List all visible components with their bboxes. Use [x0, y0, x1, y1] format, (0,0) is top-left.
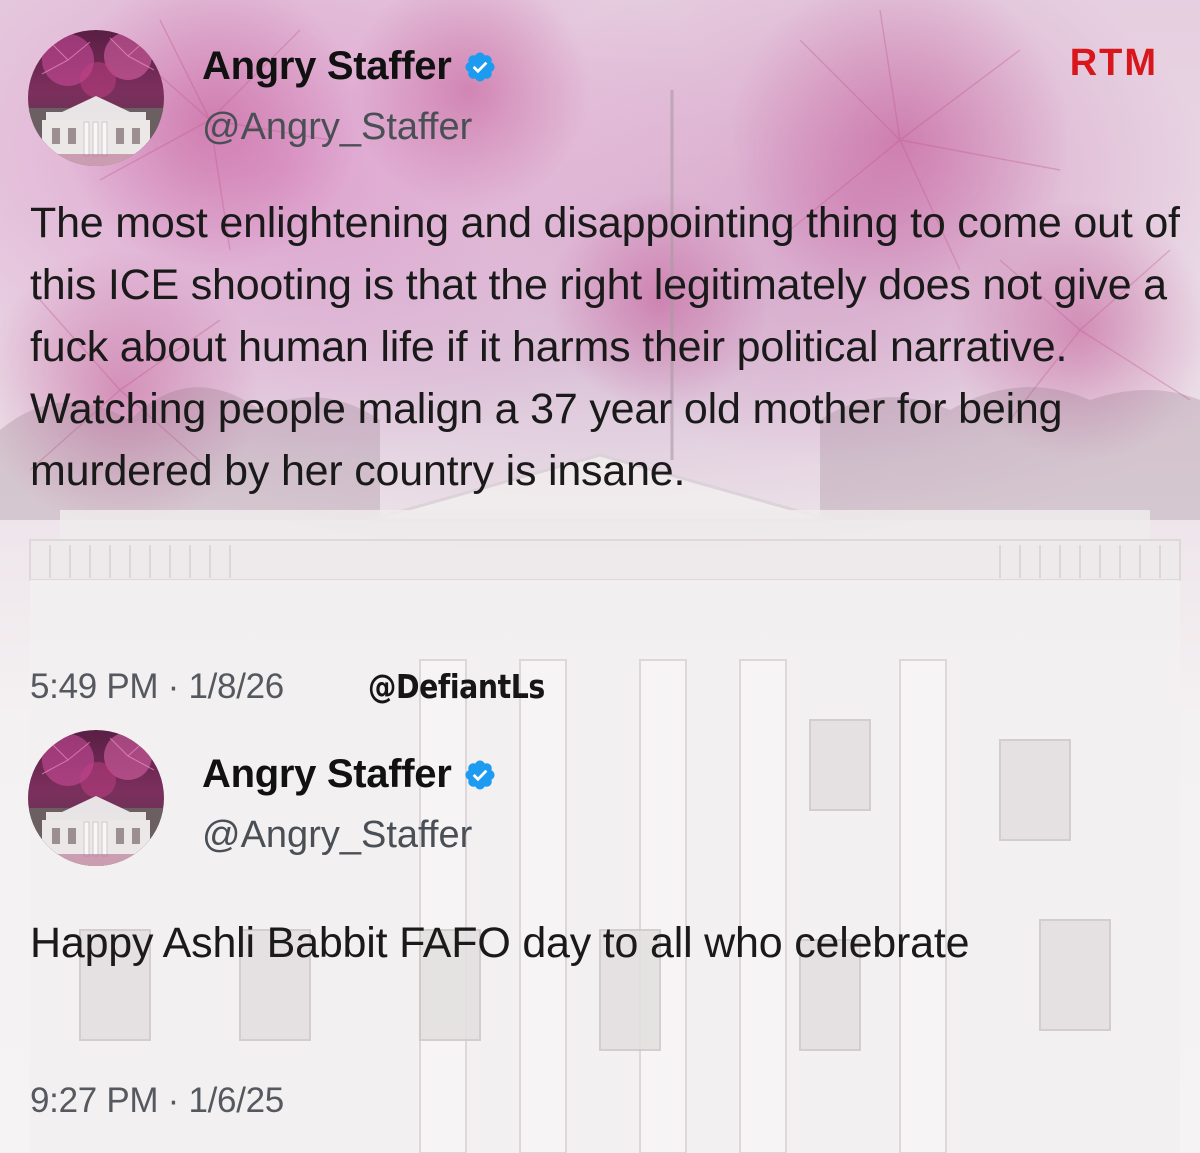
avatar[interactable] — [28, 730, 164, 866]
avatar[interactable] — [28, 30, 164, 166]
watermark-handle: @DefiantLs — [368, 667, 545, 706]
author-row: Angry Staffer — [202, 752, 497, 797]
tweet-text: The most enlightening and disappointing … — [30, 199, 1180, 495]
verified-badge-icon — [465, 759, 496, 790]
author-handle[interactable]: @Angry_Staffer — [202, 814, 472, 857]
author-row: Angry Staffer — [202, 44, 497, 89]
author-name[interactable]: Angry Staffer — [202, 44, 452, 89]
white-house-avatar-image — [28, 32, 164, 166]
background-image — [0, 0, 1200, 1153]
white-house-avatar-image — [28, 732, 164, 866]
author-name[interactable]: Angry Staffer — [202, 752, 452, 797]
author-handle[interactable]: @Angry_Staffer — [202, 106, 472, 149]
verified-badge-icon — [465, 51, 496, 82]
rtm-logo: RTM — [1069, 42, 1158, 84]
tweet-timestamp[interactable]: 5:49 PM · 1/8/26 — [30, 667, 284, 707]
tweet-timestamp[interactable]: 9:27 PM · 1/6/25 — [30, 1081, 284, 1121]
white-house-fireworks-illustration — [0, 0, 1200, 1153]
tweet-text: Happy Ashli Babbit FAFO day to all who c… — [30, 919, 970, 967]
